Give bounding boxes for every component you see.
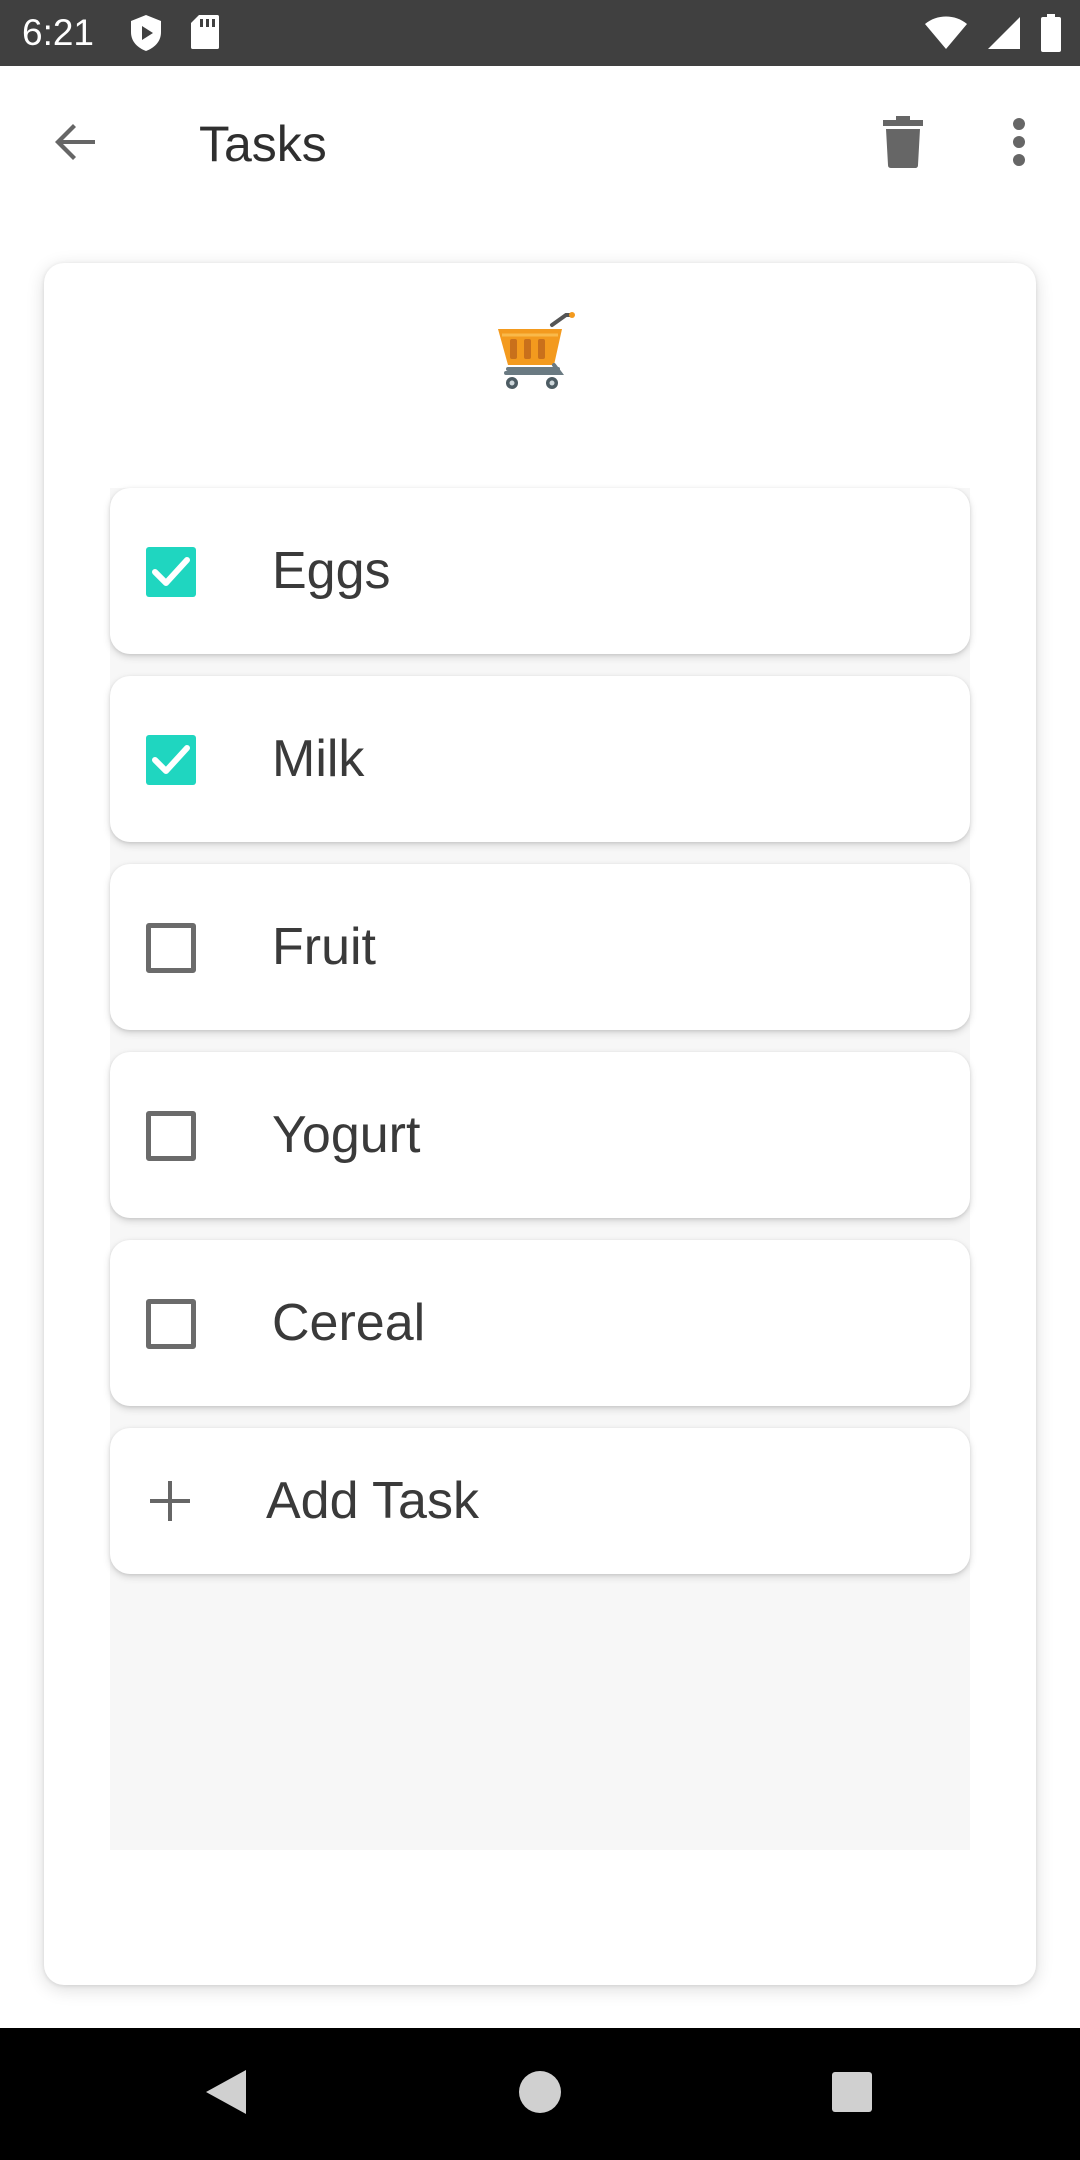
task-item[interactable]: Yogurt [110,1052,970,1218]
status-bar: 6:21 [0,0,1080,66]
shopping-cart-icon [496,311,578,395]
nav-recents-button[interactable] [806,2048,898,2140]
task-label: Fruit [272,918,376,976]
nav-home-button[interactable] [494,2048,586,2140]
more-vert-icon [1012,117,1026,171]
add-task-label: Add Task [266,1472,479,1530]
task-item[interactable]: Fruit [110,864,970,1030]
add-task-button[interactable]: Add Task [110,1428,970,1574]
task-label: Cereal [272,1294,426,1352]
task-label: Milk [272,730,365,788]
task-label: Yogurt [272,1106,421,1164]
shield-play-icon [128,14,164,52]
task-checkbox[interactable] [146,923,196,973]
arrow-back-icon [51,118,99,171]
wifi-icon [924,15,968,51]
task-item[interactable]: Eggs [110,488,970,654]
nav-recents-icon [831,2071,873,2118]
task-checkbox[interactable] [146,547,196,597]
battery-icon [1040,14,1062,52]
task-checkbox[interactable] [146,1111,196,1161]
task-label: Eggs [272,542,391,600]
task-checkbox[interactable] [146,1299,196,1349]
plus-icon [148,1479,192,1528]
task-item[interactable]: Milk [110,676,970,842]
task-list: Eggs Milk Fruit Yogurt Cereal Add Task [110,488,970,1850]
page-title: Tasks [199,116,327,172]
nav-back-icon [204,2068,248,2121]
back-button[interactable] [27,96,123,192]
more-options-button[interactable] [971,96,1067,192]
delete-icon [883,115,923,173]
task-item[interactable]: Cereal [110,1240,970,1406]
signal-icon [986,15,1022,51]
app-bar: Tasks [0,66,1080,222]
delete-button[interactable] [855,96,951,192]
task-checkbox[interactable] [146,735,196,785]
status-time: 6:21 [22,12,95,53]
system-nav-bar [0,2028,1080,2160]
nav-home-icon [518,2070,562,2119]
task-list-card: Eggs Milk Fruit Yogurt Cereal Add Task [44,263,1036,1985]
nav-back-button[interactable] [180,2048,272,2140]
sd-card-icon [190,14,220,52]
